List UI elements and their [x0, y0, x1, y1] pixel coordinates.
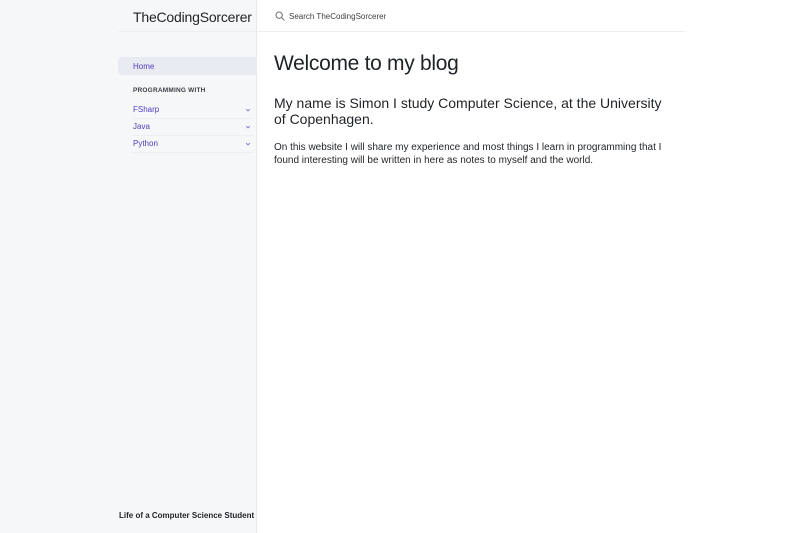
chevron-down-icon[interactable]	[245, 124, 251, 130]
intro-heading: My name is Simon I study Computer Scienc…	[274, 95, 662, 127]
sidebar-divider	[133, 152, 253, 153]
intro-paragraph: On this website I will share my experien…	[274, 142, 662, 166]
sidebar-item-label: Python	[133, 139, 158, 148]
search-icon	[275, 11, 285, 21]
sidebar-item-label: Java	[133, 122, 150, 131]
site-title[interactable]: TheCodingSorcerer	[133, 8, 252, 26]
search-input[interactable]: Search TheCodingSorcerer	[275, 9, 386, 23]
sidebar-item-fsharp[interactable]: FSharp	[118, 101, 257, 118]
chevron-down-icon[interactable]	[245, 107, 251, 113]
sidebar-header-divider	[118, 31, 257, 32]
sidebar-item-label: FSharp	[133, 105, 160, 114]
sidebar-item-java[interactable]: Java	[118, 118, 257, 135]
sidebar-item-python[interactable]: Python	[118, 135, 257, 152]
sidebar-item-home[interactable]: Home	[118, 57, 257, 75]
sidebar: TheCodingSorcerer Home PROGRAMMING WITH …	[0, 0, 257, 533]
sidebar-item-label: Home	[133, 61, 155, 71]
sidebar-section-heading: PROGRAMMING WITH	[133, 87, 206, 94]
search-placeholder: Search TheCodingSorcerer	[289, 11, 387, 21]
chevron-down-icon[interactable]	[245, 141, 251, 147]
page-title: Welcome to my blog	[274, 52, 459, 75]
sidebar-footer: Life of a Computer Science Student	[119, 511, 255, 520]
